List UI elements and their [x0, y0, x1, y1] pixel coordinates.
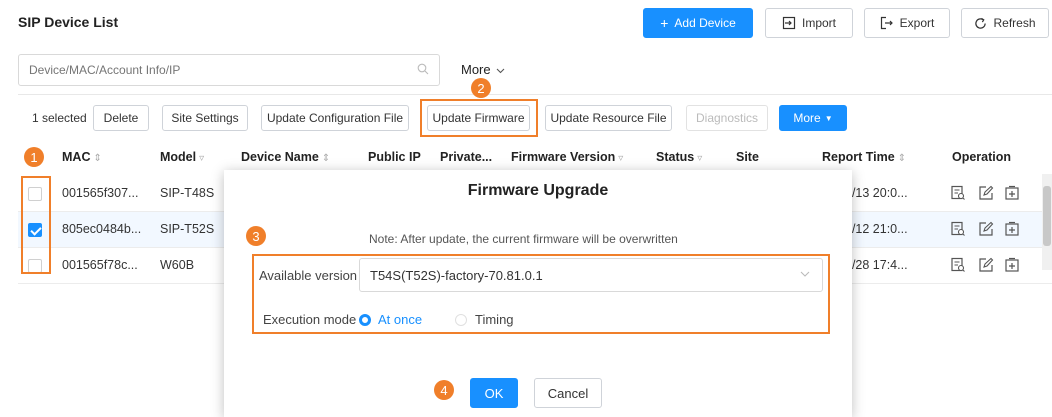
available-version-value: T54S(T52S)-factory-70.81.0.1: [370, 268, 543, 283]
search-input[interactable]: [19, 55, 399, 85]
chevron-down-icon: [800, 271, 810, 277]
report-time-cell: 2/13 20:0...: [845, 186, 908, 200]
diagnostics-button[interactable]: Diagnostics: [686, 105, 768, 131]
table-scrollbar[interactable]: [1042, 174, 1052, 270]
page-title: SIP Device List: [18, 14, 119, 30]
radio-at-once[interactable]: [359, 314, 371, 326]
view-details-icon[interactable]: [950, 185, 966, 201]
step-badge-3: 3: [246, 226, 266, 246]
more-filters-link[interactable]: More: [461, 62, 505, 77]
site-settings-button[interactable]: Site Settings: [162, 105, 248, 131]
import-button[interactable]: Import: [765, 8, 853, 38]
edit-icon[interactable]: [978, 221, 994, 237]
selected-count: 1 selected: [32, 111, 87, 125]
model-cell: W60B: [160, 258, 195, 272]
add-to-site-icon[interactable]: [1004, 185, 1020, 201]
available-version-select[interactable]: T54S(T52S)-factory-70.81.0.1: [359, 258, 823, 292]
sort-icon: ⇕: [93, 153, 102, 164]
mac-cell: 805ec0484b...: [62, 222, 142, 236]
mac-cell: 001565f78c...: [62, 258, 138, 272]
add-device-button[interactable]: + Add Device: [643, 8, 753, 38]
column-status[interactable]: Status ▿: [656, 150, 702, 164]
add-to-site-icon[interactable]: [1004, 221, 1020, 237]
report-time-cell: 1/28 17:4...: [845, 258, 908, 272]
column-private-ip[interactable]: Private...: [440, 150, 492, 164]
column-public-ip[interactable]: Public IP: [368, 150, 421, 164]
filter-chevron-icon: ▿: [199, 153, 205, 164]
sort-icon: ⇕: [897, 153, 907, 164]
plus-icon: +: [660, 15, 669, 31]
search-icon[interactable]: [417, 63, 429, 75]
more-actions-button[interactable]: More ▼: [779, 105, 847, 131]
view-details-icon[interactable]: [950, 221, 966, 237]
firmware-upgrade-dialog: Firmware Upgrade 3 Note: After update, t…: [224, 170, 852, 417]
column-site[interactable]: Site: [736, 150, 759, 164]
available-version-label: Available version: [259, 268, 358, 283]
highlight-checkboxes: [21, 176, 51, 274]
view-details-icon[interactable]: [950, 257, 966, 273]
radio-at-once-label[interactable]: At once: [378, 312, 422, 327]
edit-icon[interactable]: [978, 185, 994, 201]
edit-icon[interactable]: [978, 257, 994, 273]
filter-chevron-icon: ▿: [618, 153, 624, 164]
column-firmware-version[interactable]: Firmware Version ▿: [511, 150, 623, 164]
export-button[interactable]: Export: [864, 8, 950, 38]
radio-timing-label[interactable]: Timing: [475, 312, 514, 327]
step-badge-1: 1: [24, 147, 44, 167]
scrollbar-thumb[interactable]: [1043, 186, 1051, 246]
refresh-button[interactable]: Refresh: [961, 8, 1049, 38]
step-badge-4: 4: [434, 380, 454, 400]
divider: [18, 94, 1052, 95]
add-to-site-icon[interactable]: [1004, 257, 1020, 273]
ok-button[interactable]: OK: [470, 378, 518, 408]
mac-cell: 001565f307...: [62, 186, 139, 200]
filter-chevron-icon: ▿: [697, 153, 703, 164]
model-cell: SIP-T52S: [160, 222, 215, 236]
update-configuration-button[interactable]: Update Configuration File: [261, 105, 409, 131]
step-badge-2: 2: [471, 78, 491, 98]
column-report-time[interactable]: Report Time ⇕: [822, 150, 906, 164]
column-device-name[interactable]: Device Name ⇕: [241, 150, 330, 164]
report-time-cell: 2/12 21:0...: [845, 222, 908, 236]
column-model[interactable]: Model ▿: [160, 150, 204, 164]
highlight-update-firmware: [420, 99, 538, 137]
search-box: [18, 54, 440, 86]
execution-mode-label: Execution mode: [263, 312, 357, 327]
dialog-note: Note: After update, the current firmware…: [369, 232, 678, 246]
column-mac[interactable]: MAC ⇕: [62, 150, 102, 164]
sort-icon: ⇕: [321, 153, 331, 164]
cancel-button[interactable]: Cancel: [534, 378, 602, 408]
caret-down-icon: ▼: [824, 113, 833, 123]
model-cell: SIP-T48S: [160, 186, 215, 200]
update-resource-button[interactable]: Update Resource File: [545, 105, 672, 131]
chevron-down-icon: [496, 68, 505, 73]
refresh-icon: [975, 17, 987, 29]
import-icon: [782, 16, 796, 30]
export-icon: [880, 16, 893, 30]
delete-button[interactable]: Delete: [93, 105, 149, 131]
column-operation: Operation: [952, 150, 1012, 164]
dialog-title: Firmware Upgrade: [467, 182, 609, 199]
radio-timing[interactable]: [455, 314, 467, 326]
